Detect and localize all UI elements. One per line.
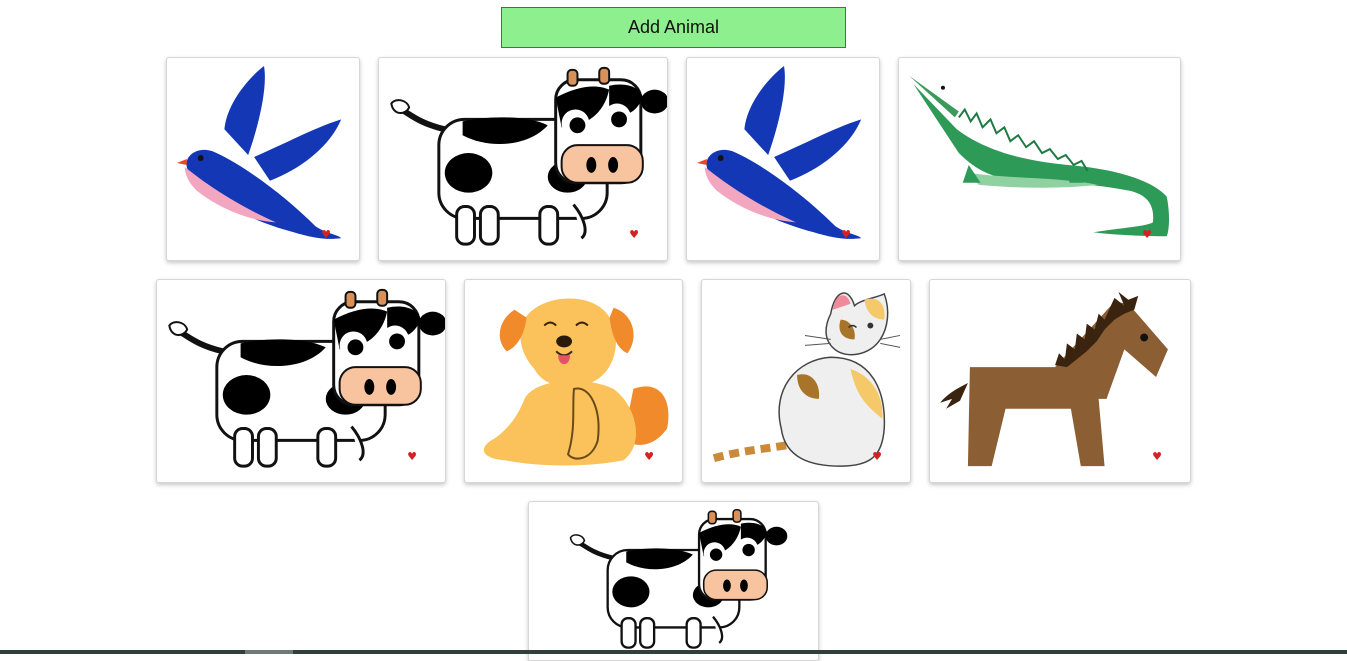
cow-illustration: [379, 58, 667, 260]
heart-icon[interactable]: ♥: [1142, 229, 1152, 240]
heart-icon[interactable]: ♥: [644, 451, 654, 462]
animal-card-cow[interactable]: ♥: [156, 279, 446, 483]
heart-icon[interactable]: ♥: [841, 229, 851, 240]
add-animal-button[interactable]: Add Animal: [501, 7, 846, 48]
animal-card-cat[interactable]: ♥: [701, 279, 911, 483]
horizontal-scrollbar[interactable]: [0, 650, 1347, 654]
heart-icon[interactable]: ♥: [1152, 451, 1162, 462]
heart-icon[interactable]: ♥: [407, 451, 417, 462]
animal-card-crocodile[interactable]: ♥: [898, 57, 1181, 261]
scrollbar-thumb[interactable]: [245, 650, 293, 654]
heart-icon[interactable]: ♥: [629, 229, 639, 240]
crocodile-illustration: [899, 58, 1180, 260]
animal-card-bird[interactable]: ♥: [686, 57, 880, 261]
heart-icon[interactable]: ♥: [321, 229, 331, 240]
animal-card-dog[interactable]: ♥: [464, 279, 683, 483]
horse-illustration: [930, 280, 1190, 482]
animal-card-bird[interactable]: ♥: [166, 57, 360, 261]
cow-illustration: [157, 280, 445, 482]
animal-card-cow[interactable]: [528, 501, 819, 661]
heart-icon[interactable]: ♥: [872, 451, 882, 462]
animal-card-horse[interactable]: ♥: [929, 279, 1191, 483]
animal-card-cow[interactable]: ♥: [378, 57, 668, 261]
cow-illustration: [529, 502, 818, 660]
